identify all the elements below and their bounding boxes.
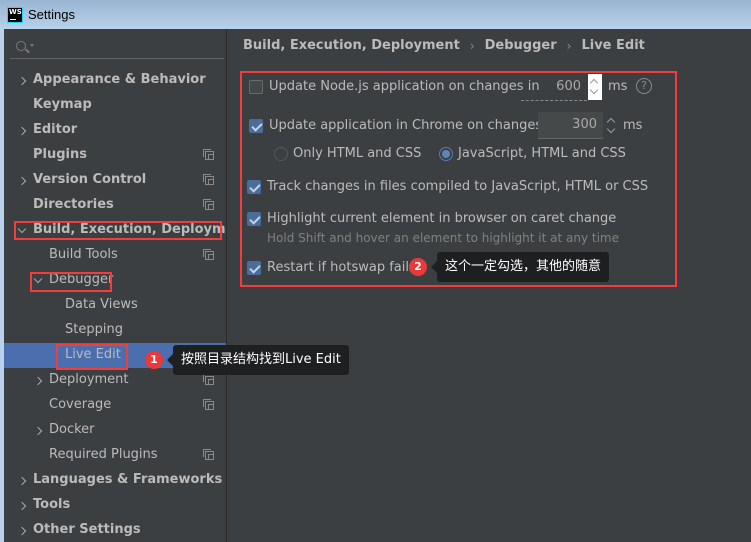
chevron-right-icon[interactable] [17, 526, 27, 536]
update-node-unit: ms [608, 79, 628, 94]
sidebar-item-label: Debugger [49, 272, 114, 287]
sidebar-item-stepping[interactable]: Stepping [4, 318, 226, 343]
highlight-element-hint: Hold Shift and hover an element to highl… [267, 231, 620, 245]
update-node-delay-spinner[interactable] [588, 74, 602, 100]
update-node-label[interactable]: Update Node.js application on changes in [269, 79, 540, 94]
breadcrumb-separator-icon: › [469, 38, 475, 53]
chevron-right-icon[interactable] [17, 476, 27, 486]
update-node-checkbox[interactable] [249, 80, 263, 94]
sidebar-item-label: Build, Execution, Deployment [33, 222, 250, 237]
restart-hotswap-label[interactable]: Restart if hotswap fails [267, 260, 416, 275]
breadcrumb-item[interactable]: Debugger [485, 38, 557, 53]
sidebar-item-label: Plugins [33, 147, 87, 162]
update-chrome-delay-field[interactable]: 300 [538, 112, 603, 139]
highlight-element-label[interactable]: Highlight current element in browser on … [267, 211, 616, 226]
sidebar-item-build-execution-deployment[interactable]: Build, Execution, Deployment [4, 218, 250, 243]
sidebar-item-label: Other Settings [33, 522, 141, 537]
annotation-callout-2: 这个一定勾选，其他的随意 [430, 252, 610, 282]
radio-js-html-css[interactable] [439, 147, 453, 161]
breadcrumb-item: Live Edit [581, 38, 645, 53]
update-chrome-delay-spinner[interactable] [605, 113, 619, 139]
sidebar-item-plugins[interactable]: Plugins [4, 143, 226, 168]
update-node-delay-field[interactable]: 600 [521, 74, 587, 101]
sidebar-item-label: Directories [33, 197, 114, 212]
sidebar-item-appearance-behavior[interactable]: Appearance & Behavior [4, 68, 226, 93]
sidebar-item-label: Required Plugins [49, 447, 158, 462]
project-level-icon [203, 399, 214, 410]
highlight-element-checkbox[interactable] [247, 212, 261, 226]
sidebar-item-coverage[interactable]: Coverage [4, 393, 226, 418]
help-icon[interactable]: ? [636, 78, 652, 94]
sidebar-item-version-control[interactable]: Version Control [4, 168, 226, 193]
restart-hotswap-checkbox[interactable] [247, 261, 261, 275]
sidebar-item-build-tools[interactable]: Build Tools [4, 243, 226, 268]
sidebar-item-label: Live Edit [65, 347, 121, 362]
radio-only-html-css-label[interactable]: Only HTML and CSS [293, 146, 421, 161]
search-input[interactable] [10, 37, 224, 59]
update-chrome-unit: ms [623, 118, 643, 133]
track-changes-label[interactable]: Track changes in files compiled to JavaS… [267, 179, 648, 194]
window-title: Settings [28, 7, 75, 22]
sidebar-item-label: Coverage [49, 397, 112, 412]
sidebar-item-label: Version Control [33, 172, 147, 187]
sidebar-item-debugger[interactable]: Debugger [4, 268, 226, 293]
radio-js-html-css-label[interactable]: JavaScript, HTML and CSS [458, 146, 626, 161]
sidebar-item-label: Deployment [49, 372, 129, 387]
sidebar-item-label: Build Tools [49, 247, 118, 262]
project-level-icon [203, 449, 214, 460]
project-level-icon [203, 374, 214, 385]
spinner-down-icon[interactable] [606, 124, 616, 134]
title-bar: Settings [0, 0, 751, 29]
sidebar-item-editor[interactable]: Editor [4, 118, 226, 143]
settings-content: Build, Execution, Deployment › Debugger … [227, 29, 751, 542]
update-chrome-label[interactable]: Update application in Chrome on changes … [269, 118, 558, 133]
chevron-right-icon[interactable] [17, 501, 27, 511]
sidebar-item-label: Data Views [65, 297, 138, 312]
sidebar-item-other-settings[interactable]: Other Settings [4, 518, 226, 542]
sidebar-item-label: Docker [49, 422, 95, 437]
project-level-icon [203, 249, 214, 260]
chevron-down-icon[interactable] [33, 276, 43, 286]
chevron-right-icon[interactable] [17, 176, 27, 186]
radio-only-html-css[interactable] [274, 147, 288, 161]
sidebar-item-label: Tools [33, 497, 71, 512]
chevron-right-icon[interactable] [17, 126, 27, 136]
sidebar-item-label: Stepping [65, 322, 123, 337]
project-level-icon [203, 199, 214, 210]
sidebar-item-directories[interactable]: Directories [4, 193, 226, 218]
track-changes-checkbox[interactable] [247, 180, 261, 194]
webstorm-icon [7, 6, 23, 23]
update-chrome-checkbox[interactable] [249, 119, 263, 133]
annotation-badge-1: 1 [145, 351, 163, 369]
sidebar-item-tools[interactable]: Tools [4, 493, 226, 518]
project-level-icon [203, 149, 214, 160]
settings-sidebar: Appearance & Behavior Keymap Editor Plugins… [4, 29, 250, 542]
sidebar-item-docker[interactable]: Docker [4, 418, 226, 443]
annotation-callout-1: 按照目录结构找到Live Edit [167, 345, 349, 375]
project-level-icon [203, 174, 214, 185]
breadcrumb: Build, Execution, Deployment › Debugger … [243, 38, 645, 53]
breadcrumb-item[interactable]: Build, Execution, Deployment [243, 38, 460, 53]
sidebar-item-keymap[interactable]: Keymap [4, 93, 226, 118]
spinner-down-icon[interactable] [589, 85, 599, 95]
chevron-right-icon[interactable] [33, 376, 43, 386]
sidebar-item-label: Languages & Frameworks [33, 472, 223, 487]
sidebar-item-data-views[interactable]: Data Views [4, 293, 226, 318]
sidebar-item-required-plugins[interactable]: Required Plugins [4, 443, 226, 468]
chevron-right-icon[interactable] [33, 426, 43, 436]
search-options-chevron-icon[interactable] [30, 44, 34, 47]
annotation-badge-2: 2 [409, 258, 427, 276]
chevron-down-icon[interactable] [17, 226, 27, 236]
sidebar-item-label: Appearance & Behavior [33, 72, 206, 87]
sidebar-item-label: Editor [33, 122, 78, 137]
sidebar-item-languages-frameworks[interactable]: Languages & Frameworks [4, 468, 226, 493]
chevron-right-icon[interactable] [17, 76, 27, 86]
sidebar-item-label: Keymap [33, 97, 92, 112]
breadcrumb-separator-icon: › [566, 38, 572, 53]
search-icon [16, 41, 26, 51]
